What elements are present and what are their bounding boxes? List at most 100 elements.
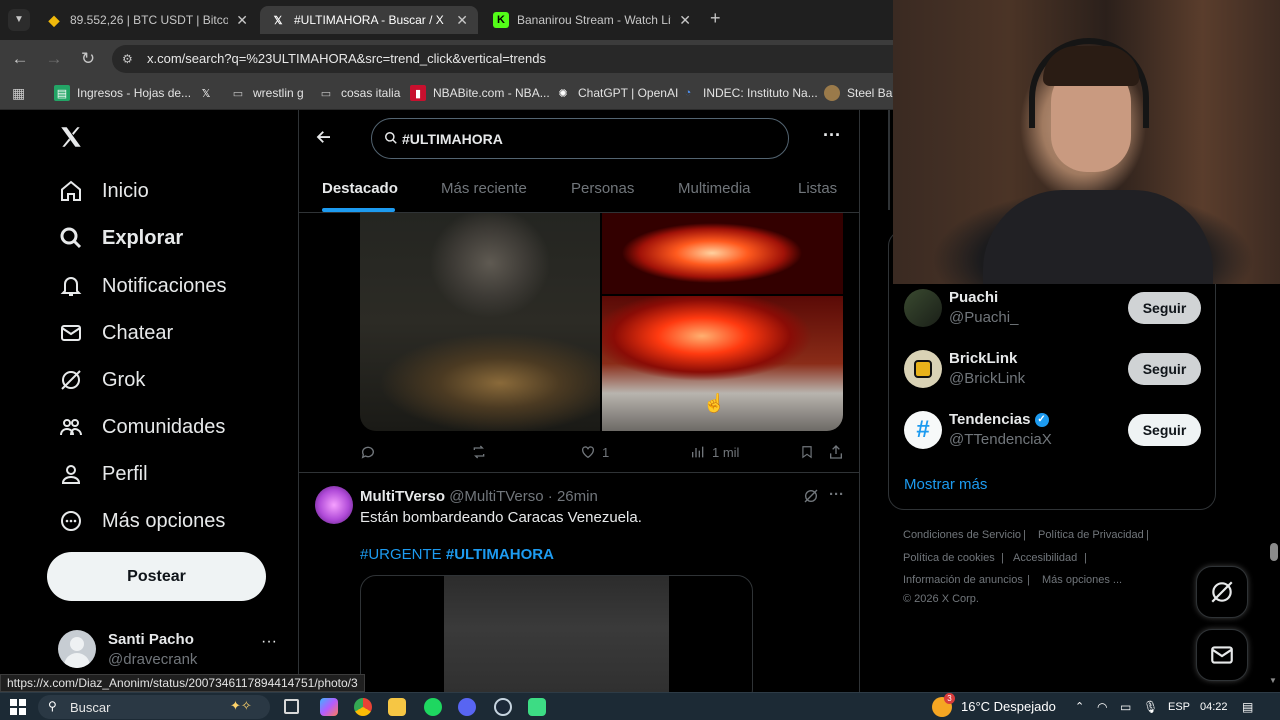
follow-name[interactable]: Puachi	[949, 289, 998, 306]
like-button[interactable]: 1	[580, 444, 609, 460]
nav-more[interactable]: Más opciones	[58, 508, 225, 534]
apps-grid-icon[interactable]: ▦	[12, 85, 25, 102]
footer-link-terms[interactable]: Condiciones de Servicio	[903, 529, 1021, 541]
nav-profile[interactable]: Perfil	[58, 461, 148, 487]
notifications-icon[interactable]: ▤	[1242, 700, 1253, 714]
follow-button[interactable]: Seguir	[1128, 353, 1201, 385]
microphone-icon[interactable]: 🎙	[1143, 700, 1158, 714]
bookmark-steel-ball[interactable]: Steel Ball	[824, 85, 898, 101]
network-icon[interactable]: ◠	[1097, 700, 1107, 714]
copilot-icon[interactable]	[320, 698, 338, 716]
grok-float-button[interactable]	[1196, 566, 1248, 618]
chrome-icon[interactable]	[354, 698, 372, 716]
scrollbar-thumb[interactable]	[1270, 543, 1278, 561]
bookmark-sheets[interactable]: ▤ Ingresos - Hojas de...	[54, 85, 191, 101]
tweet-photo-fire-top[interactable]	[602, 213, 843, 294]
author-handle[interactable]: @MultiTVerso	[449, 488, 543, 505]
grok-icon[interactable]	[803, 488, 819, 509]
bookmark-chatgpt[interactable]: ✺ ChatGPT | OpenAI	[555, 85, 678, 101]
close-tab-icon[interactable]: ✕	[679, 12, 691, 29]
clock[interactable]: 04:22	[1200, 701, 1228, 713]
verified-badge-icon: ✓	[1034, 413, 1049, 428]
taskbar-search[interactable]: ⚲ Buscar ✦✧	[38, 695, 270, 719]
tab-lists[interactable]: Listas	[798, 180, 837, 197]
views-button[interactable]: 1 mil	[690, 444, 739, 460]
browser-tab-kick[interactable]: K Bananirou Stream - Watch Live ✕	[483, 6, 701, 34]
bookmark-indec[interactable]: ◔ INDEC: Instituto Na...	[680, 85, 818, 101]
tweet-video[interactable]	[360, 575, 753, 692]
browser-tab-x-search[interactable]: 𝕏 #ULTIMAHORA - Buscar / X ✕	[260, 6, 478, 34]
x-logo-icon[interactable]	[58, 124, 88, 154]
footer-link-more[interactable]: Más opciones ...	[1042, 574, 1122, 586]
footer-link-cookies[interactable]: Política de cookies	[903, 552, 995, 564]
show-more-link[interactable]: Mostrar más	[904, 476, 987, 493]
steam-icon[interactable]	[494, 698, 512, 716]
tab-top[interactable]: Destacado	[322, 180, 398, 197]
nav-chat[interactable]: Chatear	[58, 320, 173, 346]
tab-media[interactable]: Multimedia	[678, 180, 751, 197]
task-view-icon[interactable]	[284, 699, 299, 714]
nav-grok[interactable]: Grok	[58, 367, 145, 393]
nav-label: Notificaciones	[102, 274, 227, 297]
avatar[interactable]	[904, 289, 942, 327]
search-input[interactable]: #ULTIMAHORA	[371, 118, 789, 159]
tweet-more-icon[interactable]: ···	[829, 486, 844, 503]
tab-latest[interactable]: Más reciente	[441, 180, 527, 197]
input-language[interactable]: ESP	[1168, 701, 1190, 713]
spotify-icon[interactable]	[424, 698, 442, 716]
bookmark-nbabite[interactable]: ▮ NBABite.com - NBA...	[410, 85, 550, 101]
reload-icon[interactable]: ↻	[78, 49, 98, 69]
account-switcher[interactable]: Santi Pacho @dravecrank ···	[58, 628, 283, 672]
tab-search-button[interactable]: ▼	[8, 9, 30, 31]
post-button[interactable]: Postear	[47, 552, 266, 601]
back-arrow-icon[interactable]	[315, 128, 333, 151]
scroll-down-arrow-icon[interactable]: ▼	[1269, 676, 1277, 685]
footer-link-accessibility[interactable]: Accesibilidad	[1013, 552, 1077, 564]
avatar[interactable]: #	[904, 411, 942, 449]
footer-link-ads-info[interactable]: Información de anuncios	[903, 574, 1023, 586]
avatar[interactable]	[904, 350, 942, 388]
follow-name[interactable]: Tendencias ✓	[949, 411, 1049, 428]
forward-icon[interactable]: →	[44, 49, 64, 69]
share-button[interactable]	[828, 444, 850, 460]
tweet-photo-smoke[interactable]	[360, 213, 600, 431]
avatar[interactable]	[315, 486, 353, 524]
more-dots-icon[interactable]: ···	[261, 633, 277, 651]
nav-label: Chatear	[102, 321, 174, 344]
nav-explore[interactable]: Explorar	[58, 225, 183, 251]
site-info-icon[interactable]: ⚙	[122, 45, 133, 73]
discord-icon[interactable]	[458, 698, 476, 716]
close-tab-icon[interactable]: ✕	[236, 12, 248, 29]
bookmark-button[interactable]	[800, 444, 820, 460]
back-icon[interactable]: ←	[10, 49, 30, 69]
footer-link-privacy[interactable]: Política de Privacidad	[1038, 529, 1144, 541]
nav-communities[interactable]: Comunidades	[58, 414, 225, 440]
search-more-icon[interactable]: ···	[823, 125, 841, 146]
nav-home[interactable]: Inicio	[58, 178, 149, 204]
follow-button[interactable]: Seguir	[1128, 292, 1201, 324]
repost-button[interactable]	[470, 444, 494, 460]
bookmark-cosas-italia[interactable]: ▭ cosas italia	[318, 85, 401, 101]
battery-icon[interactable]: ▭	[1120, 700, 1131, 714]
tray-chevron-icon[interactable]: ⌃	[1075, 700, 1084, 713]
hashtag-link[interactable]: #URGENTE	[360, 546, 442, 563]
messages-float-button[interactable]	[1196, 629, 1248, 681]
bookmark-label: INDEC: Instituto Na...	[703, 86, 818, 100]
windows-start-icon[interactable]	[10, 699, 26, 715]
nav-notifications[interactable]: Notificaciones	[58, 273, 227, 299]
follow-button[interactable]: Seguir	[1128, 414, 1201, 446]
tweet-time[interactable]: · 26min	[548, 488, 598, 505]
browser-tab-binance[interactable]: ◆ 89.552,26 | BTC USDT | Bitcoin t ✕	[36, 6, 258, 34]
new-tab-button[interactable]: +	[710, 8, 721, 29]
author-name[interactable]: MultiTVerso	[360, 488, 445, 505]
follow-name[interactable]: BrickLink	[949, 350, 1017, 367]
weather-text[interactable]: 16°C Despejado	[961, 699, 1056, 714]
close-tab-icon[interactable]: ✕	[456, 12, 468, 29]
bookmark-wrestling[interactable]: ▭ wrestlin g	[230, 85, 304, 101]
hashtag-link[interactable]: #ULTIMAHORA	[446, 546, 554, 563]
reply-button[interactable]	[360, 444, 382, 460]
tab-people[interactable]: Personas	[571, 180, 634, 197]
android-app-icon[interactable]	[528, 698, 546, 716]
file-explorer-icon[interactable]	[388, 698, 406, 716]
bookmark-x[interactable]: 𝕏	[198, 85, 221, 101]
